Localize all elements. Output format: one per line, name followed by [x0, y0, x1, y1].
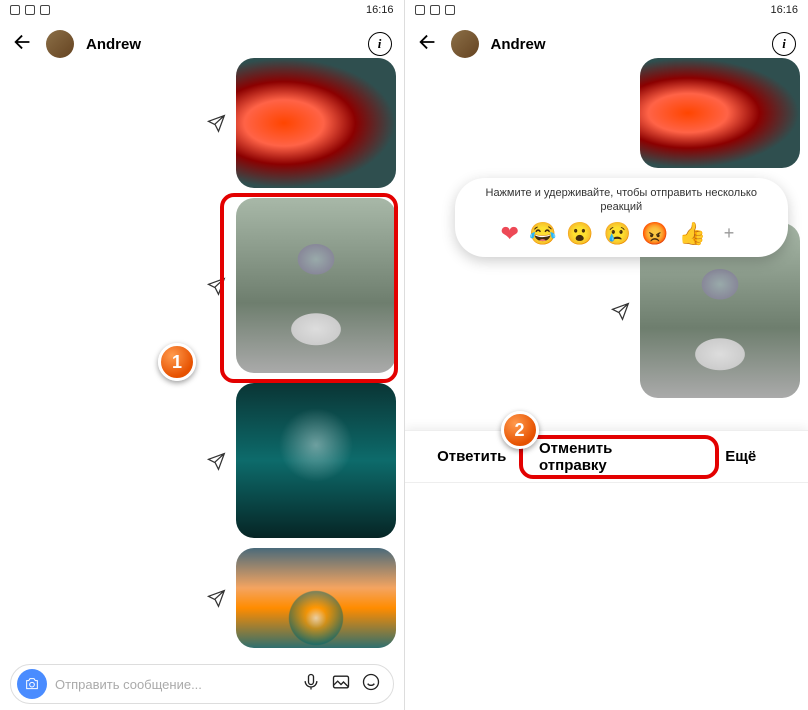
reaction-wow[interactable]: 😮	[566, 221, 593, 247]
action-sheet: Ответить Отменить отправку Ещё 2	[405, 430, 808, 710]
info-icon[interactable]: i	[368, 32, 392, 56]
message-row	[640, 58, 800, 168]
status-icon	[430, 5, 440, 15]
status-icon	[10, 5, 20, 15]
status-icon	[40, 5, 50, 15]
share-icon[interactable]	[608, 299, 632, 323]
avatar[interactable]	[46, 30, 74, 58]
message-list: 1	[0, 68, 404, 658]
mic-icon[interactable]	[301, 672, 321, 697]
composer-pill[interactable]: Отправить сообщение...	[10, 664, 394, 704]
share-icon[interactable]	[204, 111, 228, 135]
sent-image-forest[interactable]	[236, 383, 396, 538]
share-icon[interactable]	[204, 449, 228, 473]
chat-username[interactable]: Andrew	[86, 36, 356, 53]
reaction-heart[interactable]: ❤	[501, 221, 519, 247]
message-row	[204, 548, 396, 648]
info-icon[interactable]: i	[772, 32, 796, 56]
back-arrow-icon[interactable]	[12, 31, 34, 58]
sent-image-autumn[interactable]	[640, 58, 800, 168]
share-icon[interactable]	[204, 586, 228, 610]
status-bar: 16:16	[405, 0, 808, 20]
status-icon	[445, 5, 455, 15]
back-arrow-icon[interactable]	[417, 31, 439, 58]
sticker-icon[interactable]	[361, 672, 381, 697]
left-screenshot: 16:16 Andrew i	[0, 0, 405, 710]
sent-image-kitten[interactable]	[236, 198, 396, 373]
reaction-picker: Нажмите и удерживайте, чтобы отправить н…	[455, 178, 789, 257]
status-time: 16:16	[770, 4, 798, 16]
reaction-thumbs-up[interactable]: 👍	[679, 221, 706, 247]
reaction-hint: Нажмите и удерживайте, чтобы отправить н…	[469, 186, 775, 215]
tutorial-step-badge: 1	[158, 343, 196, 381]
status-bar: 16:16	[0, 0, 404, 20]
gallery-icon[interactable]	[331, 672, 351, 697]
chat-username[interactable]: Andrew	[491, 36, 761, 53]
right-screenshot: 16:16 Andrew i Нажмите и удерживайте	[405, 0, 808, 710]
reaction-add-icon[interactable]: +	[716, 221, 742, 247]
share-icon[interactable]	[204, 274, 228, 298]
message-input[interactable]: Отправить сообщение...	[55, 677, 293, 692]
sent-image-globe[interactable]	[236, 548, 396, 648]
sent-image-autumn[interactable]	[236, 58, 396, 188]
unsend-button[interactable]: Отменить отправку	[539, 431, 674, 482]
status-icon	[415, 5, 425, 15]
message-row	[204, 383, 396, 538]
message-row	[204, 198, 396, 373]
tutorial-step-badge: 2	[501, 411, 539, 449]
camera-icon[interactable]	[17, 669, 47, 699]
reaction-sad[interactable]: 😢	[604, 221, 631, 247]
status-time: 16:16	[366, 4, 394, 16]
composer: Отправить сообщение...	[0, 658, 404, 710]
reaction-laugh[interactable]: 😂	[529, 221, 556, 247]
avatar[interactable]	[451, 30, 479, 58]
reaction-angry[interactable]: 😡	[641, 221, 668, 247]
message-row	[204, 58, 396, 188]
more-button[interactable]: Ещё	[674, 431, 808, 482]
status-icon	[25, 5, 35, 15]
